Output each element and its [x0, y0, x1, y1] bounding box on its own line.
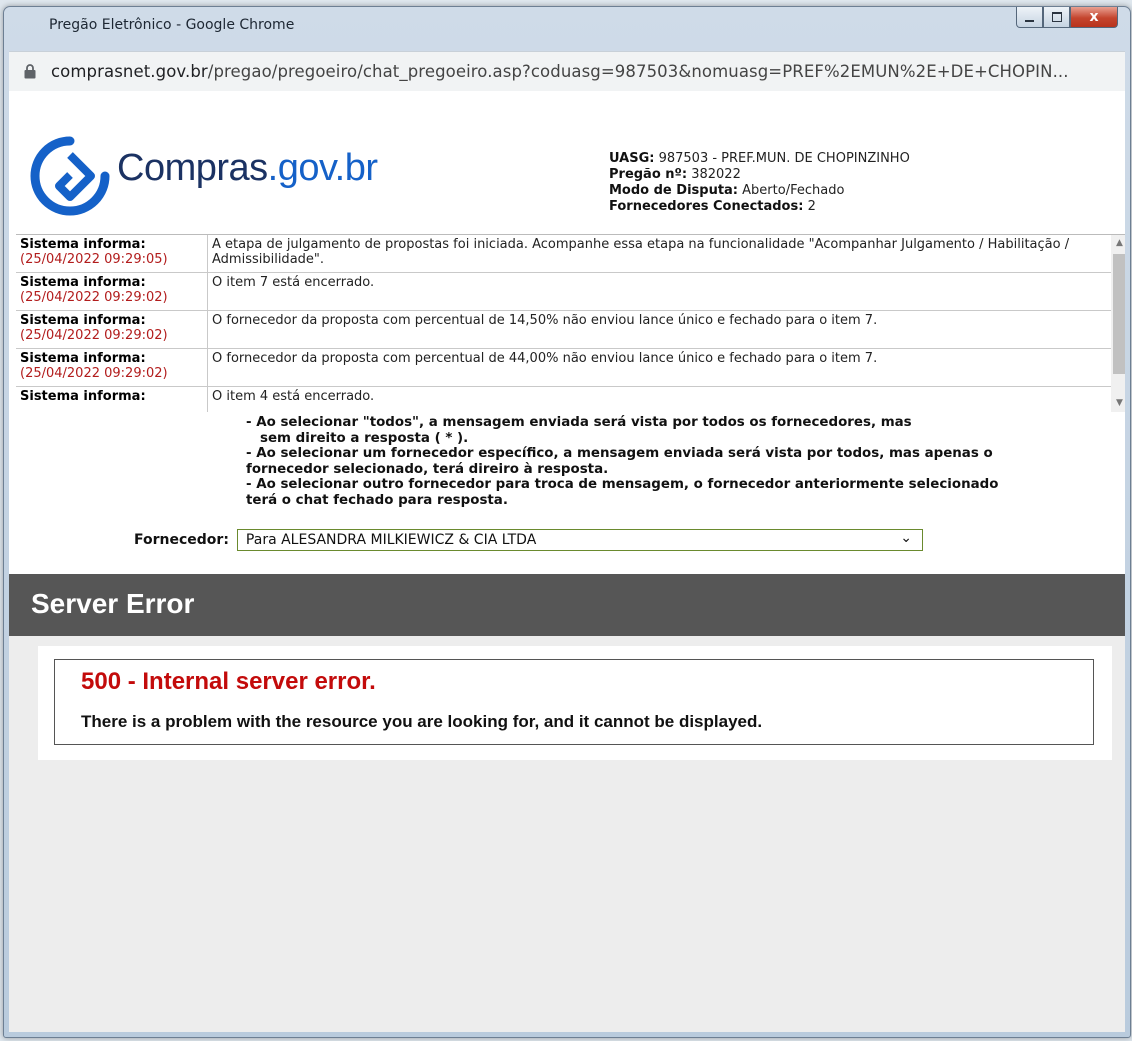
scrollbar-thumb[interactable] [1113, 254, 1125, 374]
fornecedor-label: Fornecedor: [134, 532, 229, 548]
fornecedor-row: Fornecedor: Para ALESANDRA MILKIEWICZ & … [134, 528, 923, 552]
message-meta: Sistema informa: (25/04/2022 09:29:05) [16, 235, 208, 272]
url-path: /pregao/pregoeiro/chat_pregoeiro.asp?cod… [207, 62, 1069, 81]
uasg-value: 987503 - PREF.MUN. DE CHOPINZINHO [658, 151, 910, 166]
message-meta: Sistema informa: (25/04/2022 09:29:02) [16, 311, 208, 348]
message-row: Sistema informa: (25/04/2022 09:29:02) O… [16, 349, 1125, 387]
instruction-line: - Ao selecionar um fornecedor específico… [246, 446, 993, 461]
instruction-line: terá o chat fechado para resposta. [246, 492, 508, 508]
lock-icon [24, 64, 36, 79]
compras-logo-icon [30, 136, 110, 216]
uasg-label: UASG: [609, 151, 655, 166]
message-text: O item 7 está encerrado. [212, 275, 375, 290]
compras-logo: Compras.gov.br [29, 135, 429, 216]
message-meta: Sistema informa: (25/04/2022 09:29:02) [16, 349, 208, 386]
conectados-label: Fornecedores Conectados: [609, 199, 804, 214]
logo-domain: .gov.br [267, 147, 378, 189]
message-row: Sistema informa: (25/04/2022 09:29:05) A… [16, 235, 1125, 273]
error-message: There is a problem with the resource you… [81, 712, 763, 731]
message-sender: Sistema informa: [20, 275, 146, 290]
uasg-info: UASG: 987503 - PREF.MUN. DE CHOPINZINHO … [609, 151, 910, 215]
message-text: O fornecedor da proposta com percentual … [212, 313, 878, 328]
scroll-up-icon[interactable]: ▲ [1111, 235, 1125, 252]
message-sender: Sistema informa: [20, 313, 146, 328]
logo-name: Compras [117, 147, 268, 189]
message-meta: Sistema informa: [16, 387, 208, 412]
window-title: Pregão Eletrônico - Google Chrome [49, 17, 295, 33]
modo-label: Modo de Disputa: [609, 183, 739, 198]
error-code: 500 - Internal server error. [81, 668, 376, 695]
scroll-down-icon[interactable]: ▼ [1111, 395, 1125, 412]
close-icon: x [1089, 9, 1099, 25]
messages-scrollbar[interactable]: ▲ ▼ [1111, 235, 1125, 412]
maximize-button[interactable] [1043, 7, 1070, 28]
message-text: A etapa de julgamento de propostas foi i… [212, 237, 1070, 267]
message-timestamp: (25/04/2022 09:29:02) [20, 328, 168, 343]
message-timestamp: (25/04/2022 09:29:02) [20, 366, 168, 381]
address-bar[interactable]: comprasnet.gov.br/pregao/pregoeiro/chat_… [9, 51, 1125, 92]
instruction-line: fornecedor selecionado, terá direiro à r… [246, 461, 609, 477]
pregao-value: 382022 [691, 167, 741, 182]
server-error-box: 500 - Internal server error. There is a … [54, 659, 1094, 745]
message-timestamp: (25/04/2022 09:29:02) [20, 290, 168, 305]
message-row: Sistema informa: (25/04/2022 09:29:02) O… [16, 311, 1125, 349]
instruction-line: - Ao selecionar "todos", a mensagem envi… [246, 415, 912, 430]
url-host: comprasnet.gov.br [51, 62, 208, 81]
close-button[interactable]: x [1070, 7, 1118, 28]
message-text: O fornecedor da proposta com percentual … [212, 351, 878, 366]
conectados-value: 2 [807, 199, 816, 214]
server-error-panel: 500 - Internal server error. There is a … [38, 646, 1112, 760]
server-error-title: Server Error [31, 588, 195, 619]
maximize-icon [1051, 12, 1062, 22]
message-row: Sistema informa: (25/04/2022 09:29:02) O… [16, 273, 1125, 311]
browser-window: Pregão Eletrônico - Google Chrome x comp… [3, 6, 1131, 1038]
message-text: O item 4 está encerrado. [212, 389, 375, 404]
message-sender: Sistema informa: [20, 237, 146, 252]
title-bar[interactable]: Pregão Eletrônico - Google Chrome x [4, 7, 1130, 43]
minimize-button[interactable] [1016, 7, 1043, 28]
message-sender: Sistema informa: [20, 389, 146, 404]
instruction-line: sem direito a resposta ( * ). [260, 430, 469, 446]
minimize-icon [1025, 20, 1034, 22]
message-timestamp: (25/04/2022 09:29:05) [20, 252, 168, 267]
server-error-header: Server Error [9, 574, 1125, 636]
pregao-label: Pregão nº: [609, 167, 688, 182]
logo-text: Compras.gov.br [117, 147, 378, 190]
message-row: Sistema informa: O item 4 está encerrado… [16, 387, 1125, 412]
chat-messages: Sistema informa: (25/04/2022 09:29:05) A… [16, 234, 1125, 412]
instructions: - Ao selecionar "todos", a mensagem envi… [246, 415, 1116, 508]
modo-value: Aberto/Fechado [742, 183, 845, 198]
chevron-down-icon: ⌄ [900, 530, 912, 546]
message-sender: Sistema informa: [20, 351, 146, 366]
page-content: Compras.gov.br UASG: 987503 - PREF.MUN. … [9, 91, 1125, 1032]
message-meta: Sistema informa: (25/04/2022 09:29:02) [16, 273, 208, 310]
window-controls: x [1016, 7, 1118, 29]
instruction-line: - Ao selecionar outro fornecedor para tr… [246, 477, 999, 492]
url-text[interactable]: comprasnet.gov.br/pregao/pregoeiro/chat_… [51, 62, 1069, 81]
fornecedor-select[interactable]: Para ALESANDRA MILKIEWICZ & CIA LTDA ⌄ [236, 529, 923, 551]
fornecedor-selected-value: Para ALESANDRA MILKIEWICZ & CIA LTDA [245, 532, 537, 548]
